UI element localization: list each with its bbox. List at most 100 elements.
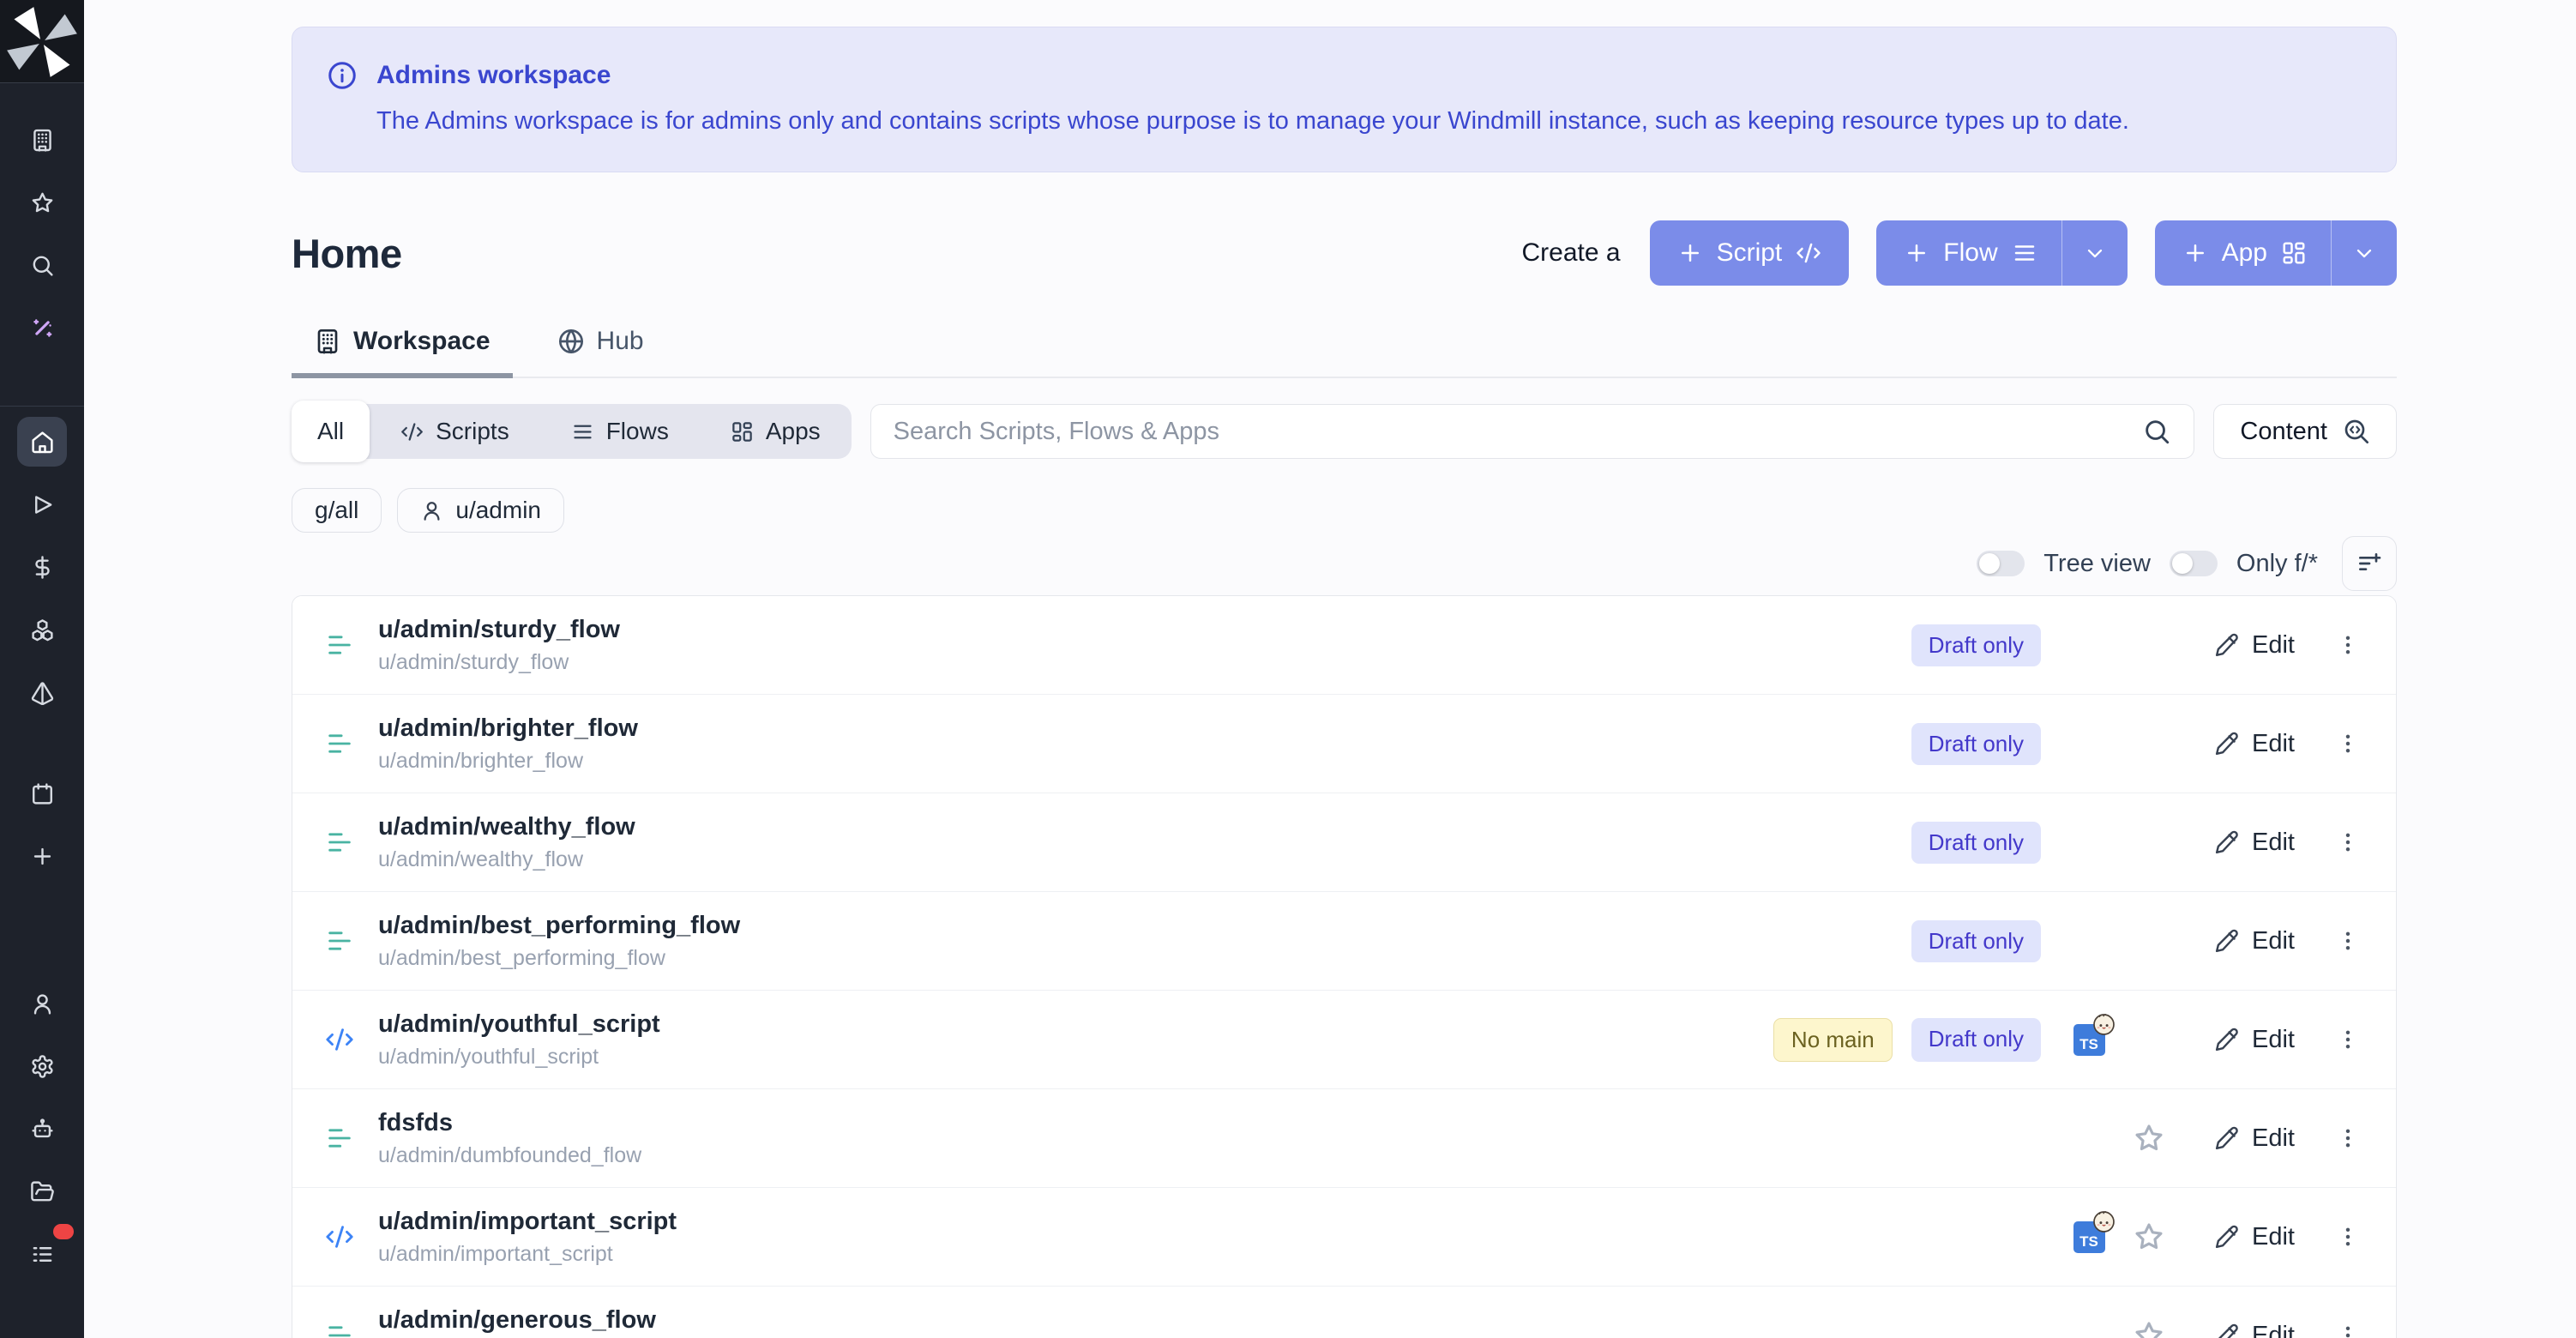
- item-info: u/admin/brighter_flow u/admin/brighter_f…: [325, 714, 1911, 774]
- sidebar-item-workspace[interactable]: [17, 115, 67, 165]
- chip-u-admin[interactable]: u/admin: [397, 488, 564, 533]
- tab-workspace[interactable]: Workspace: [292, 327, 513, 377]
- sidebar-item-search[interactable]: [17, 240, 67, 290]
- sidebar-item-schedules[interactable]: [17, 768, 67, 818]
- star-button[interactable]: [2133, 1319, 2165, 1338]
- segment-all[interactable]: All: [292, 401, 370, 462]
- kebab-icon: [2336, 732, 2360, 756]
- chevron-down-icon: [2352, 241, 2376, 265]
- edit-button[interactable]: Edit: [2206, 1118, 2303, 1160]
- search-icon: [2142, 417, 2171, 446]
- item-name: u/admin/youthful_script: [378, 1010, 660, 1039]
- create-script-button[interactable]: Script: [1650, 220, 1850, 286]
- windmill-logo[interactable]: [0, 0, 84, 83]
- kebab-menu-button[interactable]: [2331, 1022, 2365, 1057]
- language-slot: TS: [2065, 1221, 2113, 1253]
- user-icon: [420, 499, 443, 522]
- kebab-menu-button[interactable]: [2331, 1220, 2365, 1254]
- list-item[interactable]: fdsfds u/admin/dumbfounded_flow Edit: [292, 1089, 2396, 1188]
- edit-label: Edit: [2252, 730, 2295, 758]
- home-icon: [30, 430, 55, 455]
- chip-u-admin-label: u/admin: [455, 497, 541, 524]
- edit-button[interactable]: Edit: [2206, 723, 2303, 765]
- pencil-icon: [2214, 929, 2239, 954]
- list-item[interactable]: u/admin/youthful_script u/admin/youthful…: [292, 991, 2396, 1089]
- tab-hub-label: Hub: [597, 327, 644, 356]
- kebab-menu-button[interactable]: [2331, 1121, 2365, 1155]
- sidebar-item-settings[interactable]: [17, 1041, 67, 1091]
- edit-button[interactable]: Edit: [2206, 920, 2303, 962]
- typescript-bun-icon: TS: [2073, 1024, 2105, 1056]
- tab-hub[interactable]: Hub: [535, 327, 666, 377]
- create-prefix-label: Create a: [1522, 238, 1621, 268]
- plus-icon: [30, 844, 55, 869]
- create-app-button[interactable]: App: [2155, 220, 2397, 286]
- segment-apps[interactable]: Apps: [700, 404, 852, 459]
- search-input[interactable]: [894, 418, 2128, 446]
- kebab-menu-button[interactable]: [2331, 726, 2365, 761]
- chip-g-all[interactable]: g/all: [292, 488, 382, 533]
- edit-button[interactable]: Edit: [2206, 1019, 2303, 1061]
- robot-icon: [30, 1117, 55, 1142]
- list-item[interactable]: u/admin/important_script u/admin/importa…: [292, 1188, 2396, 1287]
- kebab-icon: [2336, 1323, 2360, 1338]
- dashboard-icon: [731, 420, 754, 443]
- kebab-menu-button[interactable]: [2331, 825, 2365, 859]
- only-f-toggle[interactable]: [2170, 551, 2218, 576]
- chip-g-all-label: g/all: [315, 497, 358, 524]
- edit-button[interactable]: Edit: [2206, 1315, 2303, 1338]
- sidebar-item-variables[interactable]: [17, 542, 67, 592]
- edit-button[interactable]: Edit: [2206, 624, 2303, 666]
- sidebar-item-workers[interactable]: [17, 1104, 67, 1154]
- plus-icon: [2182, 240, 2208, 266]
- segment-flows[interactable]: Flows: [540, 404, 700, 459]
- script-icon: [325, 1025, 354, 1054]
- draft-only-badge: Draft only: [1911, 920, 2041, 962]
- kebab-icon: [2336, 1225, 2360, 1249]
- sidebar: [0, 0, 84, 1338]
- code-icon: [400, 420, 424, 443]
- sidebar-item-folders[interactable]: [17, 1166, 67, 1216]
- tree-view-toggle[interactable]: [1977, 551, 2025, 576]
- edit-button[interactable]: Edit: [2206, 822, 2303, 864]
- segment-scripts[interactable]: Scripts: [370, 404, 540, 459]
- star-button[interactable]: [2133, 1122, 2165, 1154]
- kebab-icon: [2336, 1028, 2360, 1052]
- list-item[interactable]: u/admin/brighter_flow u/admin/brighter_f…: [292, 695, 2396, 793]
- star-button[interactable]: [2133, 1220, 2165, 1253]
- sidebar-item-runs[interactable]: [17, 479, 67, 529]
- sidebar-item-home[interactable]: [17, 417, 67, 467]
- list-item[interactable]: u/admin/wealthy_flow u/admin/wealthy_flo…: [292, 793, 2396, 892]
- sidebar-item-triggers[interactable]: [17, 667, 67, 717]
- sidebar-divider: [0, 406, 84, 407]
- kebab-menu-button[interactable]: [2331, 1318, 2365, 1338]
- item-badges: Draft only: [1911, 822, 2041, 864]
- create-app-dropdown[interactable]: [2332, 220, 2397, 286]
- edit-button[interactable]: Edit: [2206, 1216, 2303, 1258]
- sidebar-item-resources[interactable]: [17, 605, 67, 654]
- item-badges: Draft only: [1911, 920, 2041, 962]
- list-item[interactable]: u/admin/best_performing_flow u/admin/bes…: [292, 892, 2396, 991]
- pencil-icon: [2214, 1323, 2239, 1338]
- sidebar-item-user[interactable]: [17, 979, 67, 1028]
- sidebar-item-add[interactable]: [17, 831, 67, 881]
- sidebar-item-logs[interactable]: [17, 1229, 67, 1279]
- sidebar-item-favorites[interactable]: [17, 178, 67, 227]
- create-flow-dropdown[interactable]: [2062, 220, 2128, 286]
- item-actions: Edit: [2041, 1315, 2365, 1338]
- filter-list-button[interactable]: [2342, 536, 2397, 591]
- kebab-menu-button[interactable]: [2331, 628, 2365, 662]
- create-actions: Create a Script Flow: [1522, 220, 2398, 286]
- sidebar-item-ai[interactable]: [17, 303, 67, 353]
- tab-bar: Workspace Hub: [292, 327, 2397, 378]
- edit-label: Edit: [2252, 631, 2295, 660]
- banner-title: Admins workspace: [376, 61, 611, 90]
- list-item[interactable]: u/admin/sturdy_flow u/admin/sturdy_flow …: [292, 596, 2396, 695]
- create-flow-button[interactable]: Flow: [1876, 220, 2127, 286]
- content-search-button[interactable]: Content: [2213, 404, 2397, 459]
- kebab-menu-button[interactable]: [2331, 924, 2365, 958]
- item-name: u/admin/best_performing_flow: [378, 912, 740, 940]
- item-badges: No mainDraft only: [1773, 1018, 2041, 1062]
- list-item[interactable]: u/admin/generous_flow u/admin/generous_f…: [292, 1287, 2396, 1338]
- building-icon: [314, 328, 341, 355]
